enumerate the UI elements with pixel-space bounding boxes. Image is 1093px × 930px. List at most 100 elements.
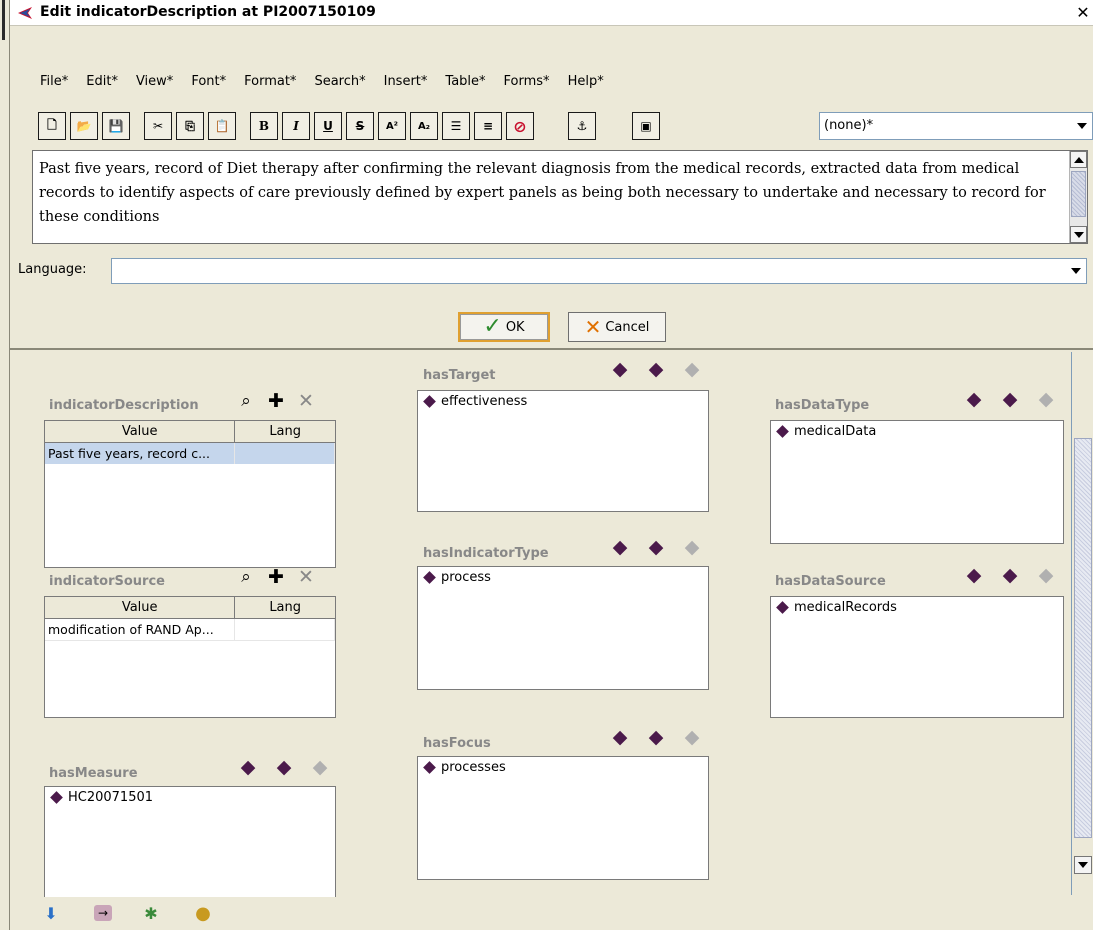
download-icon[interactable]: ⬇ <box>39 901 63 925</box>
add-icon[interactable]: ✚ <box>265 566 287 588</box>
subscript-button[interactable]: A₂ <box>410 112 438 140</box>
has-data-type-list[interactable]: medicalData <box>770 420 1064 544</box>
bullet-list-button[interactable]: ☰ <box>442 112 470 140</box>
indicator-source-table[interactable]: Value Lang modification of RAND Ap... <box>44 596 336 718</box>
remove-instance-icon[interactable]: ◆ <box>1035 388 1057 410</box>
list-item[interactable]: medicalData <box>775 424 876 439</box>
open-button[interactable]: 📂 <box>70 112 98 140</box>
copy-button[interactable]: ⎘ <box>176 112 204 140</box>
editor-scrollbar[interactable] <box>1069 151 1087 243</box>
forward-arrow-icon[interactable]: → <box>91 901 115 925</box>
column-header-value[interactable]: Value <box>45 597 236 618</box>
menu-forms[interactable]: Forms* <box>496 72 560 92</box>
scroll-up-icon[interactable] <box>1070 151 1087 168</box>
add-instance-icon[interactable]: ◆ <box>645 726 667 748</box>
table-row[interactable]: modification of RAND Ap... <box>45 619 335 641</box>
strikethrough-button[interactable]: S <box>346 112 374 140</box>
add-instance-icon[interactable]: ◆ <box>273 756 295 778</box>
dialog-title: Edit indicatorDescription at PI200715010… <box>40 4 376 20</box>
has-data-source-list[interactable]: medicalRecords <box>770 596 1064 718</box>
add-instance-icon[interactable]: ◆ <box>999 564 1021 586</box>
clear-format-button[interactable]: ⊘ <box>506 112 534 140</box>
list-item[interactable]: effectiveness <box>422 394 527 409</box>
editor-scroll-thumb[interactable] <box>1071 171 1086 217</box>
remove-instance-icon[interactable]: ◆ <box>309 756 331 778</box>
list-item[interactable]: medicalRecords <box>775 600 897 615</box>
scroll-down-icon[interactable] <box>1074 856 1092 874</box>
add-instance-icon[interactable]: ◆ <box>645 536 667 558</box>
delete-icon[interactable]: ✕ <box>295 566 317 588</box>
language-select[interactable] <box>111 258 1087 284</box>
column-header-lang[interactable]: Lang <box>235 421 335 442</box>
create-instance-icon[interactable]: ◆ <box>963 564 985 586</box>
list-item[interactable]: HC20071501 <box>49 790 153 805</box>
table-header: Value Lang <box>45 597 335 619</box>
menu-edit[interactable]: Edit* <box>78 72 128 92</box>
menu-file[interactable]: File* <box>32 72 78 92</box>
has-focus-list[interactable]: processes <box>417 756 709 880</box>
menu-format[interactable]: Format* <box>236 72 306 92</box>
search-icon[interactable]: ⌕ <box>235 390 257 412</box>
table-row[interactable]: Past five years, record c... <box>45 443 335 464</box>
paste-button[interactable]: 📋 <box>208 112 236 140</box>
editor-text[interactable]: Past five years, record of Diet therapy … <box>39 157 1061 229</box>
has-indicator-type-list[interactable]: process <box>417 566 709 690</box>
create-instance-icon[interactable]: ◆ <box>963 388 985 410</box>
create-instance-icon[interactable]: ◆ <box>237 756 259 778</box>
underline-button[interactable]: U <box>314 112 342 140</box>
has-measure-list[interactable]: HC20071501 <box>44 786 336 898</box>
cut-button[interactable]: ✂ <box>144 112 172 140</box>
list-item[interactable]: processes <box>422 760 506 775</box>
dialog-titlebar[interactable]: Edit indicatorDescription at PI200715010… <box>10 0 1093 26</box>
source-view-button[interactable]: ▣ <box>632 112 660 140</box>
italic-button[interactable]: I <box>282 112 310 140</box>
bug-icon[interactable]: ✱ <box>139 901 163 925</box>
remove-instance-icon[interactable]: ◆ <box>681 358 703 380</box>
bold-button[interactable]: B <box>250 112 278 140</box>
add-icon[interactable]: ✚ <box>265 390 287 412</box>
menu-search[interactable]: Search* <box>306 72 375 92</box>
scroll-down-icon[interactable] <box>1070 226 1087 243</box>
description-editor[interactable]: Past five years, record of Diet therapy … <box>32 150 1088 244</box>
menu-table[interactable]: Table* <box>437 72 495 92</box>
menu-help[interactable]: Help* <box>560 72 614 92</box>
anchor-button[interactable]: ⚓ <box>568 112 596 140</box>
list-item[interactable]: process <box>422 570 491 585</box>
remove-instance-icon[interactable]: ◆ <box>681 726 703 748</box>
table-cell-lang[interactable] <box>235 619 335 640</box>
search-icon[interactable]: ⌕ <box>235 566 257 588</box>
numbered-list-button[interactable]: ≡ <box>474 112 502 140</box>
form-scroll-thumb[interactable] <box>1074 438 1092 838</box>
new-document-button[interactable]: 🗋 <box>38 112 66 140</box>
form-scrollbar[interactable] <box>1071 352 1093 895</box>
new-item-icon[interactable]: ● <box>191 901 215 925</box>
ok-button[interactable]: ✓ OK <box>458 312 550 342</box>
has-target-list[interactable]: effectiveness <box>417 390 709 512</box>
close-icon[interactable]: ✕ <box>1073 2 1093 24</box>
save-button[interactable]: 💾 <box>102 112 130 140</box>
table-cell-lang[interactable] <box>235 443 335 464</box>
paragraph-style-value: (none)* <box>824 118 874 133</box>
delete-icon[interactable]: ✕ <box>295 390 317 412</box>
column-header-value[interactable]: Value <box>45 421 236 442</box>
chevron-down-icon[interactable] <box>1066 259 1086 283</box>
remove-instance-icon[interactable]: ◆ <box>681 536 703 558</box>
table-cell-value[interactable]: modification of RAND Ap... <box>45 619 236 640</box>
menu-view[interactable]: View* <box>128 72 183 92</box>
add-instance-icon[interactable]: ◆ <box>999 388 1021 410</box>
cancel-button[interactable]: ✕ Cancel <box>568 312 666 342</box>
table-cell-value[interactable]: Past five years, record c... <box>45 443 236 464</box>
add-instance-icon[interactable]: ◆ <box>645 358 667 380</box>
indicator-description-table[interactable]: Value Lang Past five years, record c... <box>44 420 336 568</box>
menu-font[interactable]: Font* <box>183 72 236 92</box>
remove-instance-icon[interactable]: ◆ <box>1035 564 1057 586</box>
create-instance-icon[interactable]: ◆ <box>609 536 631 558</box>
menu-insert[interactable]: Insert* <box>376 72 438 92</box>
create-instance-icon[interactable]: ◆ <box>609 358 631 380</box>
slot-label-indicator-source: indicatorSource <box>49 574 165 589</box>
create-instance-icon[interactable]: ◆ <box>609 726 631 748</box>
chevron-down-icon[interactable] <box>1072 113 1092 139</box>
superscript-button[interactable]: A² <box>378 112 406 140</box>
column-header-lang[interactable]: Lang <box>235 597 335 618</box>
paragraph-style-select[interactable]: (none)* <box>819 112 1093 140</box>
